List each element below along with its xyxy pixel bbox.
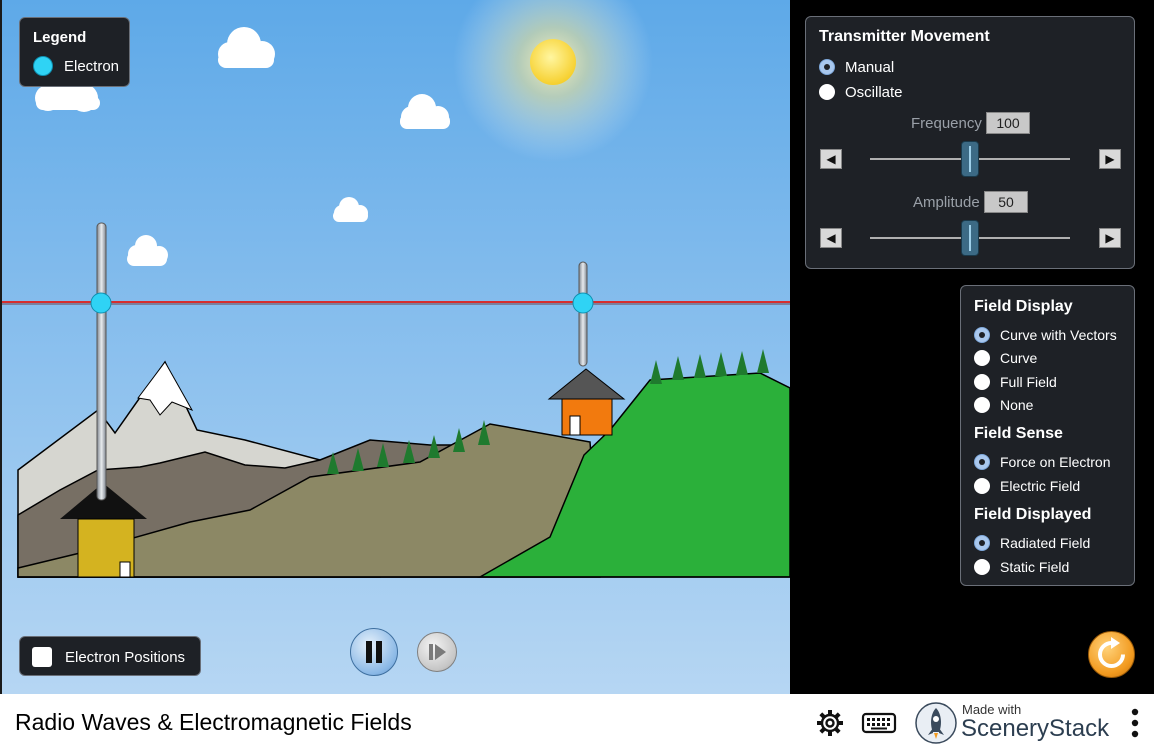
radio-label: Radiated Field [1000,535,1091,551]
electron-legend-label: Electron [64,58,120,75]
radio-electric-field[interactable]: Electric Field [974,474,1080,498]
radio-indicator [974,535,990,551]
radio-label: Curve [1000,350,1038,366]
electron-legend-icon [33,56,53,76]
frequency-label: Frequency [911,115,982,132]
left-arrow-icon: ◀ [826,152,836,166]
right-arrow-icon: ▶ [1105,152,1115,166]
gear-icon[interactable] [815,708,845,738]
play-area [0,0,790,694]
radio-indicator [974,327,990,343]
transmitter-door [119,561,131,578]
amplitude-value: 50 [984,191,1028,213]
legend-title: Legend [33,29,87,46]
keyboard-icon[interactable] [861,709,897,735]
step-forward-button[interactable] [417,632,457,672]
pause-button[interactable] [350,628,398,676]
radio-static-field[interactable]: Static Field [974,555,1069,579]
radio-indicator [974,478,990,494]
radio-label: Force on Electron [1000,454,1111,470]
step-forward-icon [429,644,446,660]
receiver-electron [572,292,594,314]
right-arrow-icon: ▶ [1105,231,1115,245]
radio-full-field[interactable]: Full Field [974,370,1057,394]
pause-icon [366,641,382,663]
radio-manual-label: Manual [845,58,895,76]
radio-none[interactable]: None [974,393,1033,417]
field-options-panel: Field Display Curve with Vectors Curve F… [960,285,1135,586]
radio-label: Static Field [1000,559,1070,575]
electron-positions-checkbox[interactable]: Electron Positions [19,636,201,676]
amplitude-increment-button[interactable]: ▶ [1099,228,1121,248]
frequency-decrement-button[interactable]: ◀ [820,149,842,169]
transmitter-antenna [96,222,107,501]
navigation-bar: Radio Waves & Electromagnetic Fields Mad… [0,694,1154,753]
transmitter-movement-title: Transmitter Movement [819,28,990,45]
radio-indicator [974,454,990,470]
left-arrow-icon: ◀ [826,231,836,245]
electron-positions-label: Electron Positions [65,649,186,666]
field-sense-title: Field Sense [974,425,1063,442]
radio-label: None [1000,397,1034,413]
brand-label: SceneryStack [961,715,1110,742]
radio-force-on-electron[interactable]: Force on Electron [974,450,1111,474]
simulation-area: Legend Electron Electron Positions Trans… [0,0,1154,694]
radio-oscillate-indicator [819,84,835,100]
scene-left-border [0,0,2,694]
reset-all-button[interactable] [1088,631,1135,678]
radio-manual-indicator [819,59,835,75]
receiver-antenna [578,261,588,367]
radio-label: Electric Field [1000,478,1081,494]
radio-curve-with-vectors[interactable]: Curve with Vectors [974,323,1117,347]
kebab-menu-icon[interactable] [1129,707,1141,739]
radio-label: Curve with Vectors [1000,327,1117,343]
frequency-increment-button[interactable]: ▶ [1099,149,1121,169]
transmitter-movement-panel: Transmitter Movement Manual Oscillate Fr… [805,16,1135,269]
amplitude-thumb[interactable] [961,220,979,256]
sun [530,39,576,85]
sim-title: Radio Waves & Electromagnetic Fields [15,709,412,735]
sky [0,0,790,694]
frequency-thumb[interactable] [961,141,979,177]
scenerystack-logo[interactable]: Made with SceneryStack [915,702,1125,746]
reset-icon [1098,637,1125,668]
amplitude-label: Amplitude [913,194,980,211]
field-display-title: Field Display [974,298,1073,315]
receiver-door [569,415,581,436]
checkbox-box [32,647,52,667]
radio-indicator [974,350,990,366]
radio-indicator [974,374,990,390]
rocket-icon [915,702,957,744]
radio-indicator [974,559,990,575]
frequency-value: 100 [986,112,1030,134]
radio-label: Full Field [1000,374,1057,390]
field-displayed-title: Field Displayed [974,506,1092,523]
radio-oscillate[interactable]: Oscillate [819,80,903,104]
radio-manual[interactable]: Manual [819,55,894,79]
radio-indicator [974,397,990,413]
amplitude-decrement-button[interactable]: ◀ [820,228,842,248]
transmitter-electron[interactable] [90,292,112,314]
legend-panel: Legend Electron [19,17,130,87]
radio-curve[interactable]: Curve [974,346,1037,370]
radio-oscillate-label: Oscillate [845,83,903,101]
radio-radiated-field[interactable]: Radiated Field [974,531,1090,555]
